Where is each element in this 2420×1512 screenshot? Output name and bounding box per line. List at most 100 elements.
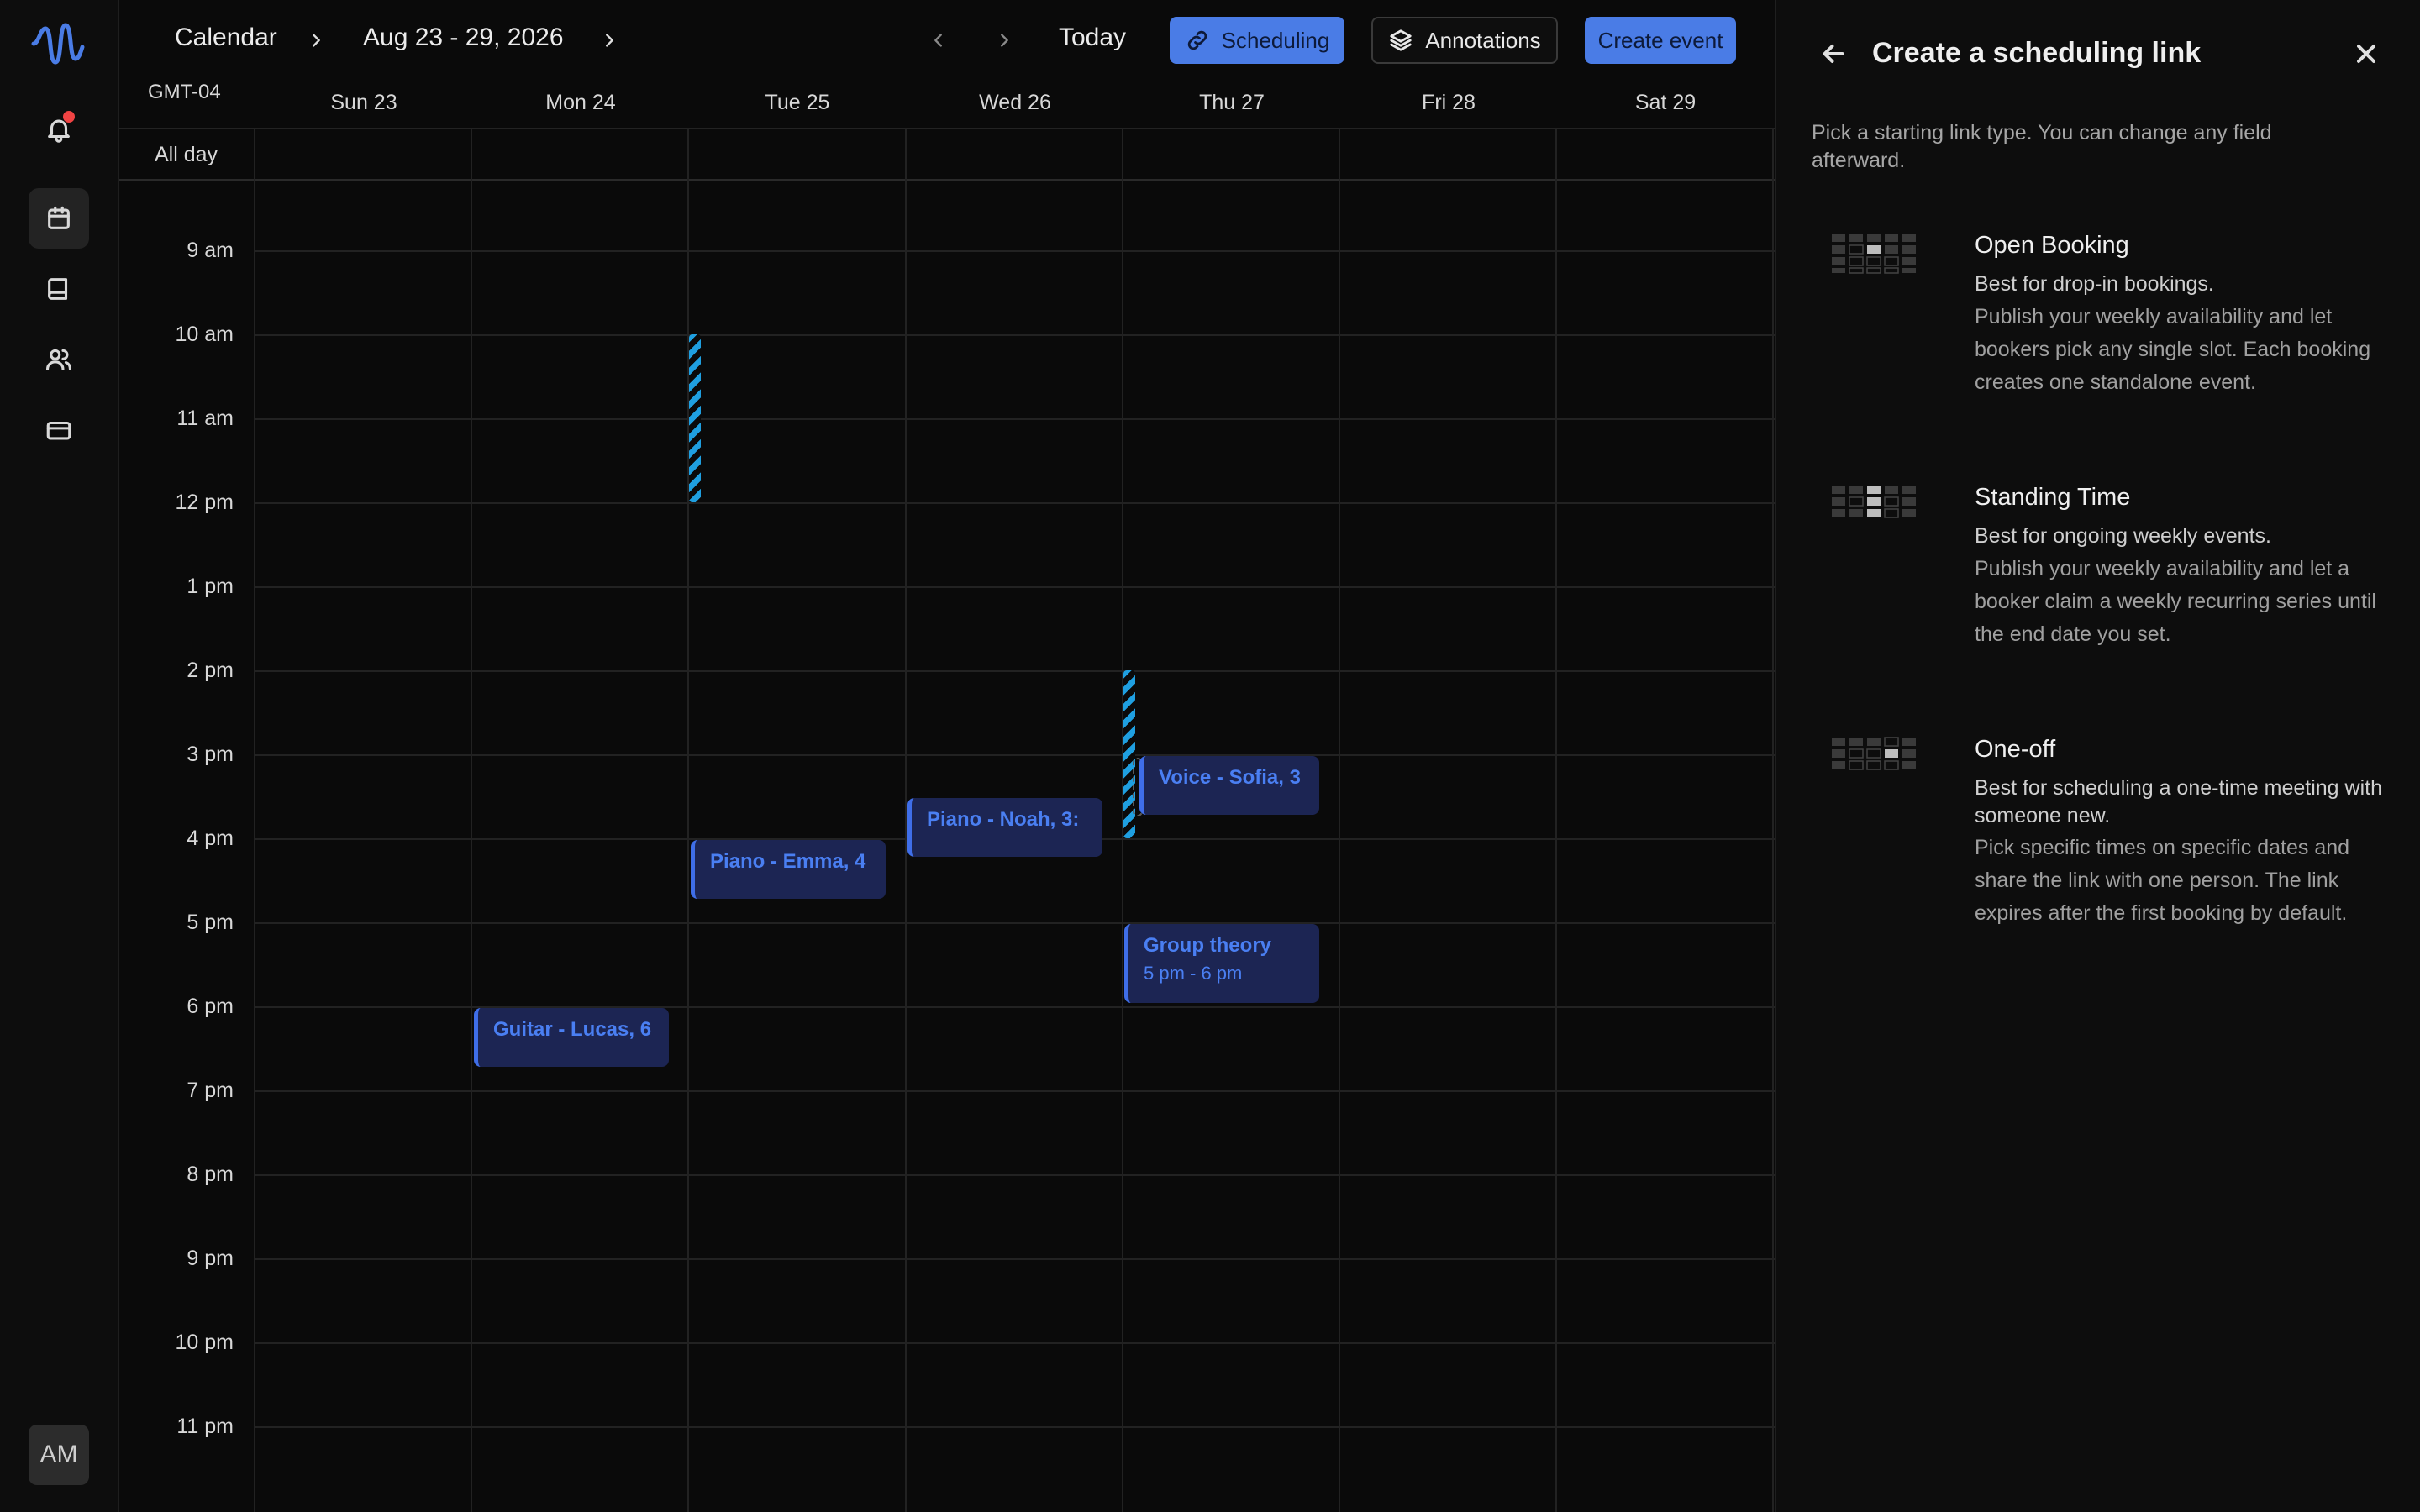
hour-label: 3 pm [187,743,234,766]
close-button[interactable] [2351,39,2381,69]
back-button[interactable] [1818,39,1849,69]
arrow-left-icon [1823,45,1844,63]
hour-line [255,586,1775,588]
hour-label: 12 pm [175,491,234,514]
option-best-for: Best for ongoing weekly events. [1975,524,2271,548]
option-best-for: Best for scheduling a one-time meeting w… [1975,776,2382,827]
hour-line [255,1342,1775,1344]
hour-line [255,1090,1775,1092]
scheduling-link-panel: Create a scheduling link Pick a starting… [1775,0,2420,1512]
day-header-tue[interactable]: Tue 25 [689,91,906,115]
hour-label: 10 am [175,323,234,346]
hour-line [255,1258,1775,1260]
option-name: Standing Time [1975,484,2131,511]
calendar-title[interactable]: Calendar [175,24,277,52]
billing-nav-button[interactable] [29,400,89,460]
day-header-sun[interactable]: Sun 23 [255,91,472,115]
hour-label: 4 pm [187,827,234,850]
annotations-label: Annotations [1425,27,1541,53]
hour-label: 9 pm [187,1247,234,1270]
all-day-row[interactable] [119,128,1775,181]
hour-line [255,1174,1775,1176]
event-voice-sofia[interactable]: Voice - Sofia, 3 [1139,756,1319,815]
panel-title: Create a scheduling link [1872,37,2202,69]
option-open-booking[interactable]: Open Booking Best for drop-in bookings. … [1812,232,2391,400]
hour-line [255,334,1775,336]
event-title: Guitar - Lucas, 6 [493,1018,652,1041]
calendar-header: Calendar Aug 23 - 29, 2026 Today Schedul… [119,0,1775,81]
event-guitar-lucas[interactable]: Guitar - Lucas, 6 [474,1008,669,1067]
option-one-off[interactable]: One-off Best for scheduling a one-time m… [1812,736,2391,937]
users-nav-button[interactable] [29,329,89,390]
notification-dot [63,111,75,123]
hour-line [255,418,1775,420]
hour-label: 11 pm [176,1415,234,1438]
avatar[interactable]: AM [29,1425,89,1485]
day-header-sat[interactable]: Sat 29 [1557,91,1774,115]
option-name: One-off [1975,736,2056,763]
book-nav-button[interactable] [29,259,89,319]
day-header-wed[interactable]: Wed 26 [907,91,1123,115]
option-description: Publish your weekly availability and let… [1975,557,2376,646]
notifications-button[interactable] [29,99,89,160]
hour-label: 1 pm [187,575,234,598]
option-standing-time[interactable]: Standing Time Best for ongoing weekly ev… [1812,484,2391,652]
create-event-button[interactable]: Create event [1585,17,1736,64]
hour-label: 2 pm [187,659,234,682]
hour-label: 11 am [176,407,234,430]
hour-line [255,670,1775,672]
option-description: Pick specific times on specific dates an… [1975,836,2350,925]
calendar-icon [48,206,70,229]
chevron-right-icon[interactable] [597,25,622,55]
event-title: Voice - Sofia, 3 [1159,766,1301,789]
hour-label: 6 pm [187,995,234,1018]
date-range[interactable]: Aug 23 - 29, 2026 [363,24,564,52]
app-logo-icon[interactable] [30,18,86,69]
scheduling-label: Scheduling [1221,27,1330,53]
hour-label: 8 pm [187,1163,234,1186]
hour-label: 7 pm [187,1079,234,1102]
chevron-right-icon[interactable] [303,25,329,55]
event-piano-emma[interactable]: Piano - Emma, 4 [691,840,886,899]
timezone-label: GMT-04 [148,81,221,103]
scheduling-button[interactable]: Scheduling [1170,17,1344,64]
event-group-theory[interactable]: Group theory 5 pm - 6 pm [1124,924,1319,1003]
event-title: Piano - Emma, 4 [710,850,866,873]
day-header-mon[interactable]: Mon 24 [472,91,689,115]
option-best-for: Best for drop-in bookings. [1975,272,2214,296]
event-title: Group theory [1144,934,1272,957]
left-rail: AM [0,0,119,1512]
layers-icon [1390,29,1412,51]
hour-line [255,754,1775,756]
close-icon [2357,45,2375,63]
option-name: Open Booking [1975,232,2129,259]
option-description: Publish your weekly availability and let… [1975,305,2371,394]
hour-label: 5 pm [187,911,234,934]
hour-line [255,1426,1775,1428]
event-title: Piano - Noah, 3: [927,808,1080,831]
event-piano-noah[interactable]: Piano - Noah, 3: [908,798,1102,857]
day-header-fri[interactable]: Fri 28 [1340,91,1557,115]
standing-time-grid-icon [1832,486,1916,518]
event-time: 5 pm - 6 pm [1144,963,1243,984]
link-icon [1187,30,1207,50]
hour-line [255,922,1775,924]
calendar-nav-button[interactable] [29,188,89,249]
availability-block[interactable] [689,334,701,502]
panel-intro: Pick a starting link type. You can chang… [1812,121,2272,172]
annotations-button[interactable]: Annotations [1371,17,1558,64]
week-grid: GMT-04 Sun 23 Mon 24 Tue 25 Wed 26 Thu 2… [119,81,1775,1512]
prev-week-icon[interactable] [926,25,951,55]
one-off-grid-icon [1832,737,1916,770]
open-booking-grid-icon [1832,234,1916,274]
hour-line [255,250,1775,252]
hour-label: 9 am [187,239,234,262]
next-week-icon[interactable] [992,25,1017,55]
hour-line [255,502,1775,504]
book-icon [48,278,68,300]
day-header-thu[interactable]: Thu 27 [1123,91,1340,115]
today-button[interactable]: Today [1059,24,1126,52]
all-day-label: All day [155,143,218,166]
hour-label: 10 pm [175,1331,234,1354]
users-icon [45,349,72,370]
